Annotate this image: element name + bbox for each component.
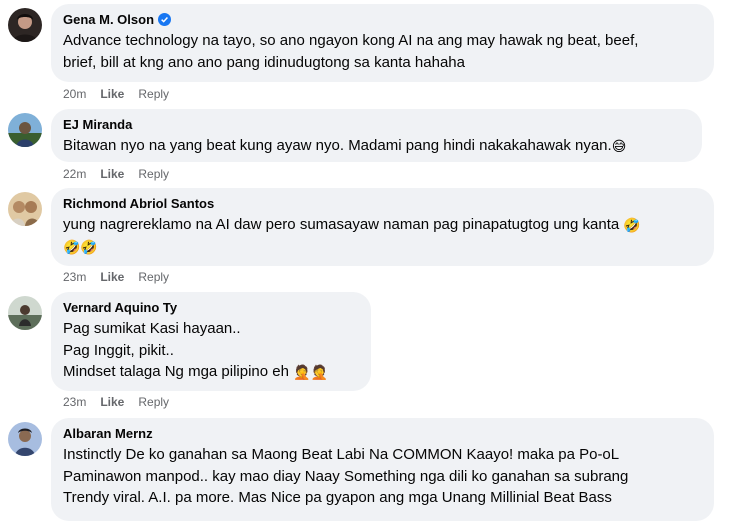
comment-timestamp[interactable]: 23m — [63, 395, 86, 409]
like-button[interactable]: Like — [100, 167, 124, 181]
comment-author[interactable]: Gena M. Olson — [63, 11, 154, 28]
comment-bubble: Vernard Aquino Ty Pag sumikat Kasi hayaa… — [51, 292, 371, 391]
comment-actions: 20m Like Reply — [63, 87, 169, 101]
comment-author-row: Vernard Aquino Ty — [63, 299, 359, 316]
comment-author[interactable]: Albaran Mernz — [63, 425, 153, 442]
rofl-emoji: 🤣🤣 — [63, 238, 98, 255]
comment-timestamp[interactable]: 20m — [63, 87, 86, 101]
like-button[interactable]: Like — [100, 270, 124, 284]
reply-button[interactable]: Reply — [138, 167, 169, 181]
comment-text-content: yung nagrereklamo na AI daw pero sumasay… — [63, 216, 620, 233]
sweat-smile-emoji: 😅 — [611, 138, 627, 154]
comment-author[interactable]: EJ Miranda — [63, 116, 132, 133]
reply-button[interactable]: Reply — [138, 270, 169, 284]
comment-author-row: Albaran Mernz — [63, 425, 702, 442]
comment-timestamp[interactable]: 22m — [63, 167, 86, 181]
comment-text-line: 🤣🤣 — [63, 236, 702, 258]
comment-bubble: Richmond Abriol Santos yung nagrereklamo… — [51, 188, 714, 266]
comment-actions: 23m Like Reply — [63, 395, 169, 409]
comment-author-row: EJ Miranda — [63, 116, 690, 133]
verified-badge-icon — [158, 13, 172, 26]
comment-text-line: Advance technology na tayo, so ano ngayo… — [63, 32, 639, 49]
comment-text-line: Pag Inggit, pikit.. — [63, 341, 174, 359]
comment-text: Advance technology na tayo, so ano ngayo… — [63, 30, 702, 73]
comment-bubble: Gena M. Olson Advance technology na tayo… — [51, 4, 714, 82]
comment-text: Pag sumikat Kasi hayaan.. Pag Inggit, pi… — [63, 318, 359, 383]
rofl-emoji: 🤣 — [623, 217, 641, 233]
comment-text-line: Paminawon manpod.. kay mao diay Naay Som… — [63, 467, 629, 485]
comment-actions: 23m Like Reply — [63, 270, 169, 284]
comment-timestamp[interactable]: 23m — [63, 270, 86, 284]
comment-text: Instinctly De ko ganahan sa Maong Beat L… — [63, 444, 702, 509]
comment-actions: 22m Like Reply — [63, 167, 169, 181]
avatar[interactable] — [8, 296, 42, 330]
reply-button[interactable]: Reply — [138, 395, 169, 409]
comment-author-row: Richmond Abriol Santos — [63, 195, 702, 212]
comment-text-line: Mindset talaga Ng mga pilipino eh 🤦🤦 — [63, 361, 359, 383]
comment-text-line: Trendy viral. A.I. pa more. Mas Nice pa … — [63, 489, 612, 506]
comment-text: yung nagrereklamo na AI daw pero sumasay… — [63, 214, 702, 257]
avatar[interactable] — [8, 422, 42, 456]
comment-bubble: EJ Miranda Bitawan nyo na yang beat kung… — [51, 109, 702, 162]
reply-button[interactable]: Reply — [138, 87, 169, 101]
comment-text-content: Bitawan nyo na yang beat kung ayaw nyo. … — [63, 137, 612, 154]
like-button[interactable]: Like — [100, 87, 124, 101]
comment-text-line: Bitawan nyo na yang beat kung ayaw nyo. … — [63, 135, 690, 157]
avatar[interactable] — [8, 192, 42, 226]
facepalm-emoji: 🤦🤦 — [293, 364, 329, 380]
like-button[interactable]: Like — [100, 395, 124, 409]
comment-text: Bitawan nyo na yang beat kung ayaw nyo. … — [63, 135, 690, 157]
comment-text-line: brief, bill at kng ano ano pang idinudug… — [63, 53, 465, 71]
comment-text-content: Mindset talaga Ng mga pilipino eh — [63, 363, 289, 380]
comment-author[interactable]: Vernard Aquino Ty — [63, 299, 177, 316]
avatar[interactable] — [8, 8, 42, 42]
comment-text-line: Pag sumikat Kasi hayaan.. — [63, 320, 241, 337]
avatar[interactable] — [8, 113, 42, 147]
comment-bubble: Albaran Mernz Instinctly De ko ganahan s… — [51, 418, 714, 521]
comment-text-line: Instinctly De ko ganahan sa Maong Beat L… — [63, 446, 620, 463]
comment-text-line: yung nagrereklamo na AI daw pero sumasay… — [63, 214, 702, 236]
comment-author[interactable]: Richmond Abriol Santos — [63, 195, 214, 212]
comment-author-row: Gena M. Olson — [63, 11, 702, 28]
